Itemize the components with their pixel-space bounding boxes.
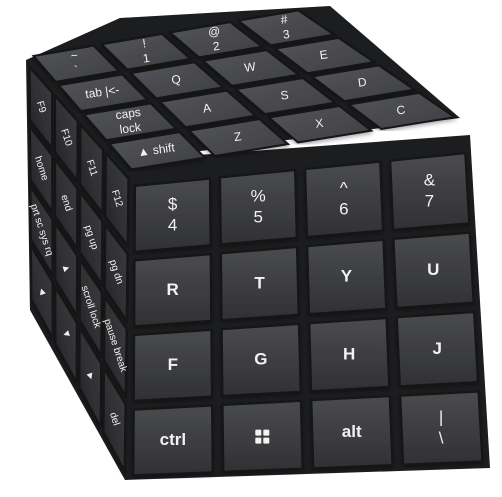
key-top-legend: &: [424, 171, 436, 190]
front-key-j: J: [395, 311, 479, 388]
front-key-dollar-4: $4: [133, 177, 212, 253]
key-label: H: [343, 344, 355, 363]
front-key-u: U: [392, 231, 475, 309]
front-key-t: T: [219, 246, 300, 322]
key-top-legend: %: [251, 186, 266, 205]
key-label: R: [167, 280, 179, 299]
front-key-percent-5: %5: [219, 168, 298, 246]
front-key-f: F: [132, 328, 213, 402]
key-top-legend: $: [168, 194, 178, 213]
front-key-alt: alt: [310, 395, 394, 470]
key-bottom-legend: 5: [253, 207, 262, 226]
key-label: U: [427, 260, 439, 279]
front-key-r: R: [133, 253, 213, 328]
front-key-g: G: [220, 322, 302, 397]
front-key-h: H: [308, 317, 391, 393]
key-label: Y: [341, 267, 353, 286]
key-label: J: [432, 339, 441, 358]
front-key-windows-logo: [221, 399, 304, 473]
key-label: F: [168, 355, 178, 374]
front-key-caret-6: ^6: [304, 160, 384, 238]
key-top-legend: |: [439, 407, 443, 426]
key-label: ctrl: [160, 430, 186, 449]
key-bottom-legend: 7: [425, 192, 434, 211]
front-key-ampersand-7: &7: [389, 152, 471, 231]
front-key-y: Y: [306, 238, 388, 316]
key-bottom-legend: 6: [339, 200, 348, 219]
key-label: Q: [170, 72, 181, 87]
front-key-pipe-backslash: |\: [399, 390, 484, 466]
key-bottom-legend: \: [439, 428, 444, 447]
key-top-legend: @: [207, 24, 221, 40]
front-key-ctrl: ctrl: [132, 404, 214, 477]
key-label: alt: [342, 422, 362, 441]
key-bottom-legend: 4: [168, 215, 177, 234]
key-label: T: [254, 273, 265, 292]
key-cap: [221, 399, 304, 473]
key-label: G: [254, 350, 267, 369]
key-top-legend: ^: [340, 178, 348, 197]
keyboard-cube-image: ~`!1@2#3tab |<-QWEcapslockASD▲ shiftZXC …: [26, 6, 490, 480]
